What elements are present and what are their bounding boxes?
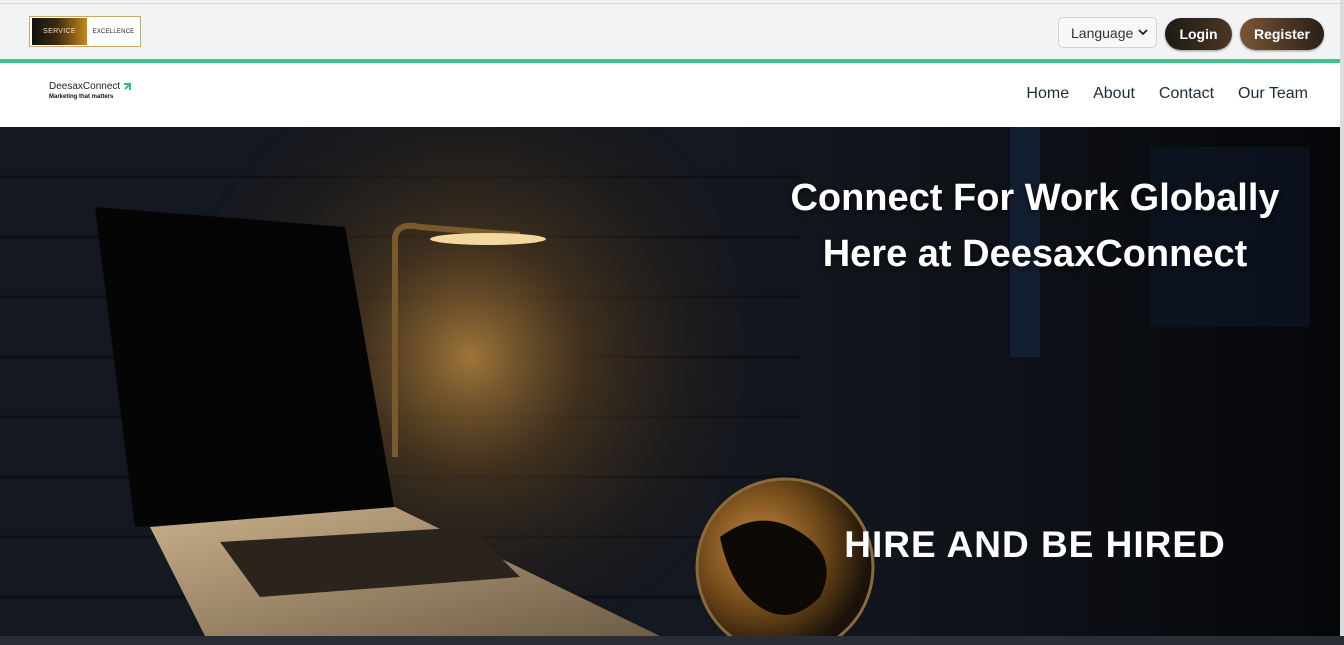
service-excellence-badge: SERVICE EXCELLENCE (29, 16, 141, 47)
brand-name: DeesaxConnect (49, 81, 121, 92)
os-taskbar (0, 636, 1344, 645)
brand-tagline: Marketing that matters (49, 94, 114, 100)
nav-about[interactable]: About (1093, 85, 1135, 103)
hero-subtitle: HIRE AND BE HIRED (844, 524, 1226, 565)
nav-home[interactable]: Home (1026, 85, 1069, 103)
badge-left-text: SERVICE (32, 18, 87, 45)
language-select[interactable]: Language (1058, 17, 1157, 48)
page: SERVICE EXCELLENCE Language Login Regist… (0, 0, 1340, 636)
nav-our-team[interactable]: Our Team (1238, 85, 1308, 103)
language-select-value: Language (1071, 24, 1134, 41)
register-button[interactable]: Register (1240, 18, 1324, 50)
chevron-down-icon (1138, 29, 1148, 36)
main-navbar: DeesaxConnect Marketing that matters Hom… (0, 63, 1340, 127)
top-bar: SERVICE EXCELLENCE Language Login Regist… (0, 3, 1340, 59)
hero-banner: Connect For Work Globally Here at Deesax… (0, 127, 1340, 636)
hero-title: Connect For Work Globally Here at Deesax… (790, 177, 1280, 275)
arrow-up-right-icon (124, 82, 132, 90)
nav-contact[interactable]: Contact (1159, 85, 1214, 103)
badge-right-text: EXCELLENCE (92, 28, 135, 35)
login-button[interactable]: Login (1165, 18, 1232, 50)
nav-links: Home About Contact Our Team (1026, 85, 1308, 103)
scrollbar[interactable] (1340, 0, 1344, 636)
brand-logo[interactable]: DeesaxConnect Marketing that matters (49, 81, 132, 100)
